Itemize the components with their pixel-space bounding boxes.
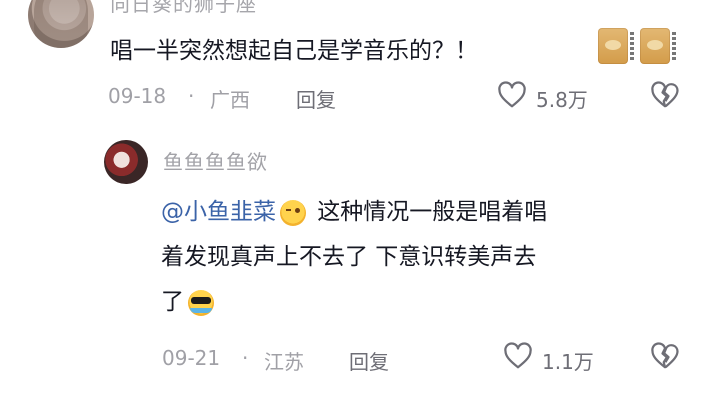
wink-emoji-icon xyxy=(280,199,306,226)
comment-text-content: 唱一半突然想起自己是学音乐的？！ xyxy=(110,38,478,64)
reply-button[interactable]: 回复 xyxy=(296,84,336,113)
comment-location: 广西 xyxy=(210,88,250,112)
comment-date: 09-18 xyxy=(108,84,167,108)
like-count: 5.8万 xyxy=(536,88,588,112)
reply-avatar[interactable] xyxy=(104,140,148,184)
meta-separator: · xyxy=(188,84,195,108)
reply-text-line3: 了 xyxy=(161,289,184,315)
comment-username[interactable]: 向日葵的狮子座 xyxy=(110,0,257,17)
reply-text: @小鱼韭菜 这种情况一般是唱着唱 着发现真声上不去了 下意识转美声去 了 xyxy=(161,190,691,325)
like-count: 1.1万 xyxy=(542,350,594,374)
comment-text: 唱一半突然想起自己是学音乐的？！ xyxy=(110,31,478,65)
cat-emoji-icon xyxy=(640,28,676,64)
like-heart-icon[interactable] xyxy=(503,341,533,371)
mention-link[interactable]: @小鱼韭菜 xyxy=(161,199,276,225)
like-heart-icon[interactable] xyxy=(497,80,527,110)
avatar-image xyxy=(34,0,88,48)
sunglasses-emoji-icon xyxy=(188,289,214,316)
dislike-broken-heart-icon[interactable] xyxy=(650,341,680,371)
reply-text-line2: 着发现真声上不去了 下意识转美声去 xyxy=(161,244,537,270)
reply-username[interactable]: 鱼鱼鱼鱼欲 xyxy=(163,146,268,175)
reply-button[interactable]: 回复 xyxy=(349,346,389,375)
meta-separator: · xyxy=(242,346,249,370)
reply-text-line1: 这种情况一般是唱着唱 xyxy=(310,199,548,225)
avatar[interactable] xyxy=(28,0,94,48)
dislike-broken-heart-icon[interactable] xyxy=(650,80,680,110)
reply-location: 江苏 xyxy=(264,350,304,374)
cat-emoji-icon xyxy=(598,28,634,64)
reply-date: 09-21 xyxy=(162,346,221,370)
